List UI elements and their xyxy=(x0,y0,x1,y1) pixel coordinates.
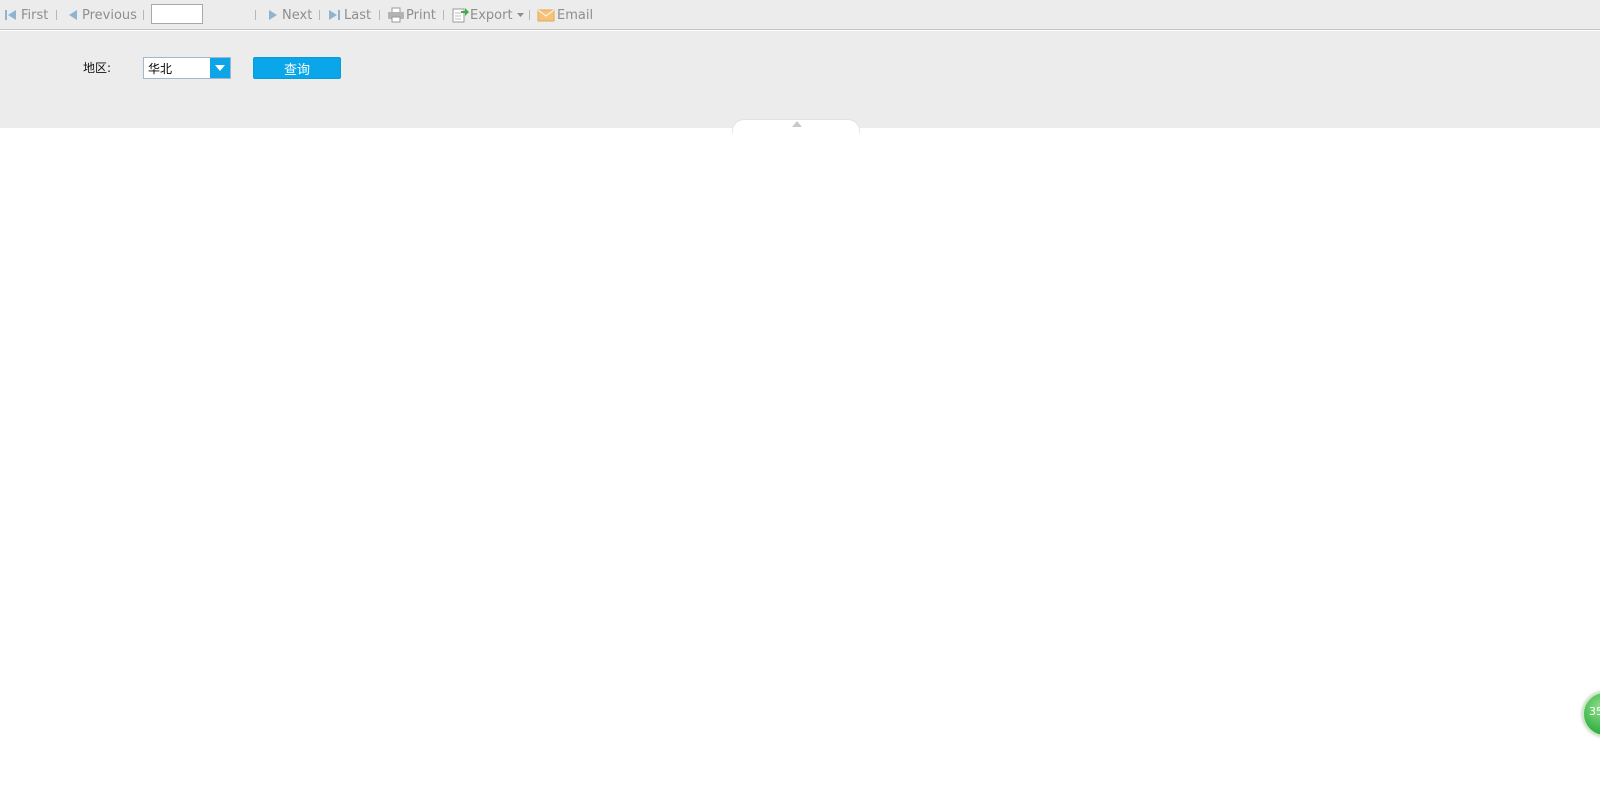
collapse-panel-handle[interactable] xyxy=(732,119,860,133)
next-page-icon xyxy=(269,10,277,20)
region-selected-value: 华北 xyxy=(148,62,173,76)
region-select[interactable]: 华北 xyxy=(143,57,231,79)
toolbar-divider xyxy=(143,10,144,20)
last-page-icon xyxy=(329,10,340,20)
last-page-button[interactable]: Last xyxy=(327,0,371,30)
printer-icon xyxy=(388,7,404,23)
previous-page-icon xyxy=(69,10,77,20)
next-page-button[interactable]: Next xyxy=(266,0,312,30)
previous-page-label: Previous xyxy=(82,7,137,23)
toolbar-divider xyxy=(56,10,57,20)
chevron-down-icon xyxy=(215,65,225,71)
email-button[interactable]: Email xyxy=(537,0,593,30)
export-button[interactable]: Export xyxy=(451,0,525,30)
envelope-icon xyxy=(537,9,555,22)
email-label: Email xyxy=(557,7,594,23)
chevron-up-icon xyxy=(792,121,802,127)
region-dropdown-button[interactable] xyxy=(210,58,230,78)
previous-page-button[interactable]: Previous xyxy=(66,0,137,30)
region-label: 地区: xyxy=(83,61,112,75)
print-button[interactable]: Print xyxy=(387,0,436,30)
toolbar-divider xyxy=(319,10,320,20)
parameter-panel: 地区: 华北 查询 xyxy=(0,31,1600,128)
first-page-button[interactable]: First xyxy=(4,0,48,30)
page-number-input[interactable] xyxy=(151,4,203,24)
floating-status-ball[interactable]: 35 xyxy=(1582,691,1600,737)
report-toolbar: First Previous Next Last Print Export Em… xyxy=(0,0,1600,30)
toolbar-divider xyxy=(255,10,256,20)
last-page-label: Last xyxy=(344,7,372,23)
query-button-label: 查询 xyxy=(283,62,310,78)
first-page-label: First xyxy=(21,7,49,23)
first-page-icon xyxy=(5,10,16,20)
toolbar-divider xyxy=(529,10,530,20)
next-page-label: Next xyxy=(282,7,313,23)
print-label: Print xyxy=(406,7,436,23)
toolbar-divider xyxy=(443,10,444,20)
floating-ball-value: 35 xyxy=(1589,705,1600,718)
export-label: Export xyxy=(470,7,513,23)
export-icon xyxy=(452,8,469,23)
query-button[interactable]: 查询 xyxy=(253,57,341,79)
chevron-down-icon xyxy=(516,13,524,17)
toolbar-divider xyxy=(379,10,380,20)
